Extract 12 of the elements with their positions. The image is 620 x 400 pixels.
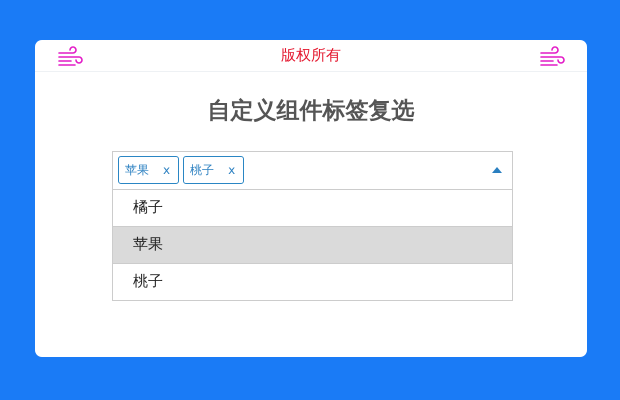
tag-remove-button[interactable]: x (228, 161, 236, 179)
dropdown-option[interactable]: 苹果 (113, 226, 512, 262)
wind-icon (57, 44, 83, 66)
tag-label: 苹果 (125, 162, 149, 179)
tag-label: 桃子 (190, 162, 214, 179)
caret-up-icon[interactable] (492, 167, 502, 173)
wind-icon (539, 44, 565, 66)
header-title: 版权所有 (281, 45, 341, 66)
page-heading: 自定义组件标签复选 (206, 97, 416, 126)
multi-select-field[interactable]: 苹果 x 桃子 x (113, 152, 512, 188)
tag-remove-button[interactable]: x (163, 161, 170, 179)
dropdown-option[interactable]: 桃子 (113, 262, 512, 300)
